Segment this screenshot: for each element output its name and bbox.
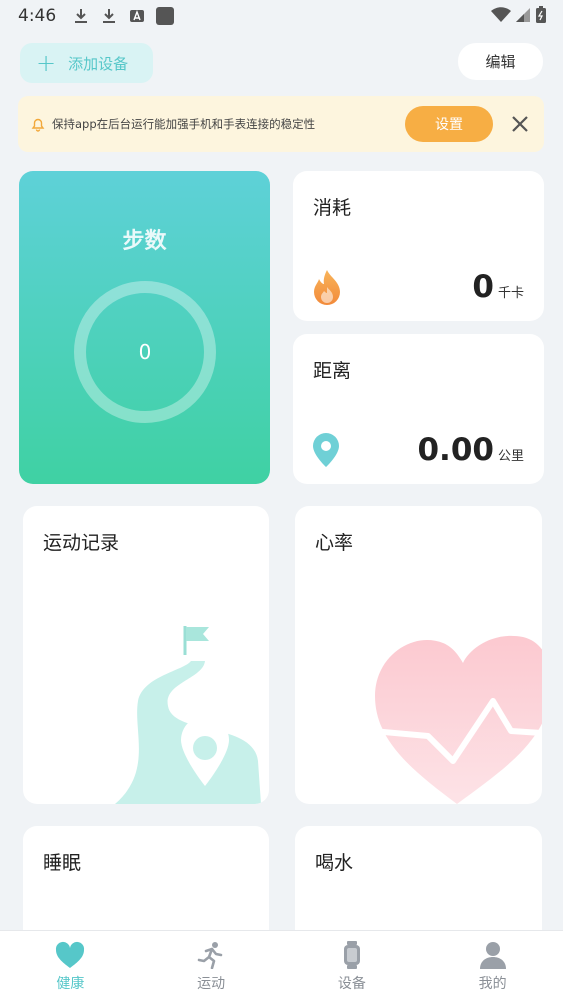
- notice-settings-button[interactable]: 设置: [405, 106, 493, 142]
- heart-icon: [56, 941, 85, 968]
- add-device-label: 添加设备: [68, 54, 129, 73]
- distance-metric: 0.00 公里: [417, 432, 524, 468]
- nav-item-exercise[interactable]: 运动: [141, 931, 282, 1000]
- nav-label-exercise: 运动: [197, 976, 226, 992]
- exercise-record-title: 运动记录: [43, 532, 120, 554]
- nav-item-profile[interactable]: 我的: [422, 931, 563, 1000]
- heart-rate-card[interactable]: 心率: [295, 506, 542, 804]
- distance-title: 距离: [313, 360, 352, 382]
- distance-card[interactable]: 距离 0.00 公里: [293, 334, 544, 484]
- wifi-icon: [491, 7, 511, 22]
- notice-text: 保持app在后台运行能加强手机和手表连接的稳定性: [52, 117, 316, 131]
- bell-icon: [31, 118, 45, 132]
- steps-progress-ring: 0: [74, 281, 216, 423]
- sleep-title: 睡眠: [43, 852, 82, 874]
- heart-rate-title: 心率: [315, 532, 354, 554]
- consumption-value: 0: [472, 269, 494, 305]
- add-device-button[interactable]: + 添加设备: [20, 43, 153, 83]
- status-time: 4:46: [18, 6, 57, 26]
- status-bar: 4:46: [0, 0, 563, 32]
- consumption-metric: 0 千卡: [472, 269, 524, 305]
- close-icon[interactable]: [508, 112, 532, 136]
- app-square-icon: [156, 7, 175, 25]
- nav-item-device[interactable]: 设备: [282, 931, 423, 1000]
- notice-banner: 保持app在后台运行能加强手机和手表连接的稳定性 设置: [18, 96, 544, 152]
- steps-value: 0: [138, 340, 152, 364]
- distance-value: 0.00: [417, 432, 494, 468]
- nav-label-device: 设备: [337, 976, 366, 992]
- consumption-title: 消耗: [313, 197, 352, 219]
- drink-water-title: 喝水: [315, 852, 354, 874]
- status-right: [491, 6, 547, 24]
- consumption-unit: 千卡: [497, 286, 524, 301]
- edit-button[interactable]: 编辑: [458, 43, 543, 80]
- heart-rate-illustration: [373, 635, 542, 804]
- person-icon: [479, 942, 506, 969]
- steps-title: 步数: [122, 229, 167, 254]
- download-icon: [72, 7, 90, 25]
- plus-icon: +: [36, 49, 57, 77]
- bottom-navigation: 健康 运动 设备 我的: [0, 930, 563, 1000]
- consumption-card[interactable]: 消耗 0 千卡: [293, 171, 544, 321]
- signal-icon: [516, 8, 530, 22]
- flame-icon: [314, 270, 340, 305]
- running-icon: [197, 942, 223, 969]
- exercise-record-card[interactable]: 运动记录: [23, 506, 269, 804]
- route-flag-illustration: [115, 626, 261, 804]
- watch-icon: [343, 941, 360, 969]
- font-app-icon: [128, 7, 146, 25]
- nav-item-health[interactable]: 健康: [0, 931, 141, 1000]
- location-pin-icon: [313, 433, 339, 467]
- steps-card[interactable]: 步数 0: [19, 171, 270, 484]
- distance-unit: 公里: [497, 449, 524, 464]
- battery-icon: [536, 6, 546, 23]
- nav-label-health: 健康: [56, 976, 85, 992]
- download-icon: [100, 7, 118, 25]
- nav-label-profile: 我的: [478, 976, 507, 992]
